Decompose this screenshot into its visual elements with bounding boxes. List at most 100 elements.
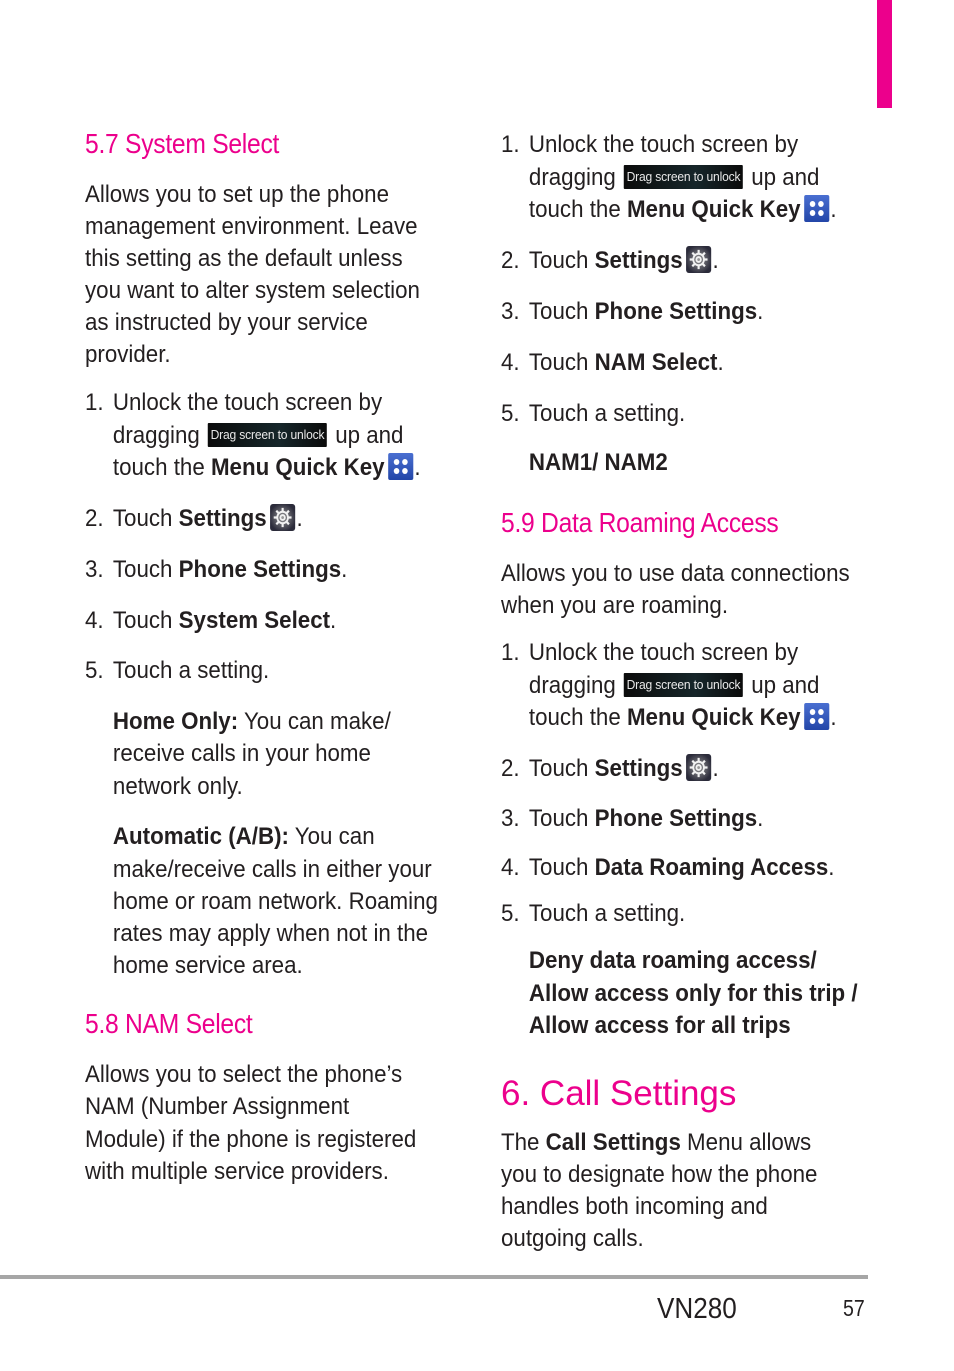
system-select-label: System Select [178, 607, 331, 634]
step-1: 1. Unlock the touch screen by [501, 129, 798, 161]
intro-line: Allows you to use data connections [501, 560, 850, 587]
step-text: touch the [112, 454, 205, 481]
step-1: 1. Unlock the touch screen by [85, 387, 382, 419]
step-3: 3. Touch Phone Settings. [501, 803, 763, 835]
step-5: 5. Touch a setting. [85, 655, 269, 687]
page-number: 57 [843, 1295, 865, 1321]
intro-line: you to designate how the phone [501, 1161, 818, 1188]
punctuation: . [341, 556, 348, 583]
menu-quick-key-icon [804, 194, 830, 222]
step-number: 3. [85, 556, 104, 583]
section-heading-system-select: 5.7 System Select [85, 128, 280, 159]
chapter-heading-call-settings: 6. Call Settings [501, 1074, 737, 1113]
punctuation: . [330, 607, 337, 634]
step-number: 4. [85, 607, 104, 634]
step-text: touch the [528, 704, 621, 731]
text: Menu allows [687, 1129, 812, 1156]
settings-gear-icon [686, 245, 712, 273]
step-text: Touch a setting. [112, 657, 270, 684]
step-text: Touch a setting. [528, 900, 686, 927]
step-1-line-2: dragging Drag screen to unlock up and [501, 162, 820, 194]
step-text: up and [751, 164, 820, 191]
menu-quick-key-label: Menu Quick Key [626, 704, 801, 731]
step-text: Touch [528, 805, 589, 832]
intro-line: management environment. Leave [85, 213, 418, 240]
step-text: dragging [528, 672, 616, 699]
step-3: 3. Touch Phone Settings. [501, 296, 763, 328]
intro-line: outgoing calls. [501, 1225, 644, 1252]
step-text: Touch [528, 854, 589, 881]
step-number: 3. [501, 805, 520, 832]
step-number: 2. [85, 505, 104, 532]
option-text: You can [288, 823, 375, 850]
intro-line: Allows you to select the phone’s [85, 1061, 403, 1088]
step-text: Touch [528, 755, 589, 782]
punctuation: . [830, 196, 837, 223]
menu-quick-key-label: Menu Quick Key [626, 196, 801, 223]
punctuation: . [757, 298, 764, 325]
text: The [501, 1129, 540, 1156]
step-text: Unlock the touch screen by [528, 639, 799, 666]
phone-settings-label: Phone Settings [594, 298, 758, 325]
step-1-line-3: touch the Menu Quick Key. [85, 452, 421, 484]
step-number: 5. [501, 400, 520, 427]
intro-line: as instructed by your service [85, 309, 368, 336]
step-number: 5. [501, 900, 520, 927]
step-2: 2. Touch Settings. [501, 245, 719, 277]
settings-gear-icon [270, 503, 296, 531]
punctuation: . [712, 755, 719, 782]
step-1-line-2: dragging Drag screen to unlock up and [501, 670, 820, 702]
call-settings-intro-line: The Call Settings Menu allows [501, 1127, 811, 1159]
step-number: 2. [501, 247, 520, 274]
menu-quick-key-icon [388, 452, 414, 480]
option-text: home or roam network. Roaming [112, 888, 438, 915]
settings-label: Settings [178, 505, 267, 532]
phone-settings-label: Phone Settings [178, 556, 342, 583]
step-number: 1. [501, 131, 520, 158]
step-number: 4. [501, 349, 520, 376]
punctuation: . [717, 349, 724, 376]
step-1-line-3: touch the Menu Quick Key. [501, 702, 837, 734]
intro-line: handles both incoming and [501, 1193, 768, 1220]
option-text: You can make/ [238, 708, 391, 735]
step-5: 5. Touch a setting. [501, 398, 685, 430]
intro-line: when you are roaming. [501, 592, 729, 619]
step-4: 4. Touch System Select. [85, 605, 336, 637]
footer-model-name: VN280 [657, 1293, 737, 1325]
intro-line: with multiple service providers. [85, 1158, 389, 1185]
option-text: rates may apply when not in the [112, 920, 429, 947]
roaming-option: Allow access for all trips [528, 1012, 791, 1039]
settings-label: Settings [594, 755, 683, 782]
intro-line: NAM (Number Assignment [85, 1093, 350, 1120]
call-settings-label: Call Settings [545, 1129, 681, 1156]
step-text: dragging [528, 164, 616, 191]
step-text: Touch [528, 349, 589, 376]
nam-options: NAM1/ NAM2 [528, 449, 668, 476]
data-roaming-access-label: Data Roaming Access [594, 854, 829, 881]
option-text: make/receive calls in either your [112, 856, 432, 883]
drag-to-unlock-bar-icon: Drag screen to unlock [207, 422, 328, 447]
intro-line: this setting as the default unless [85, 245, 403, 272]
step-2: 2. Touch Settings. [85, 503, 303, 535]
drag-to-unlock-bar-icon: Drag screen to unlock [623, 672, 744, 697]
intro-line: Module) if the phone is registered [85, 1126, 417, 1153]
step-text: Touch [112, 505, 173, 532]
phone-settings-label: Phone Settings [594, 805, 758, 832]
option-home-only: Home Only: You can make/ [85, 706, 391, 738]
step-3: 3. Touch Phone Settings. [85, 554, 347, 586]
punctuation: . [830, 704, 837, 731]
step-4: 4. Touch NAM Select. [501, 347, 724, 379]
step-text: Unlock the touch screen by [528, 131, 799, 158]
punctuation: . [712, 247, 719, 274]
option-text: home service area. [112, 952, 303, 979]
menu-quick-key-icon [804, 702, 830, 730]
step-text: up and [751, 672, 820, 699]
step-number: 2. [501, 755, 520, 782]
step-number: 4. [501, 854, 520, 881]
step-text: Touch [112, 607, 173, 634]
intro-line: provider. [85, 341, 171, 368]
step-text: Touch [112, 556, 173, 583]
step-number: 5. [85, 657, 104, 684]
step-text: Touch [528, 298, 589, 325]
punctuation: . [757, 805, 764, 832]
